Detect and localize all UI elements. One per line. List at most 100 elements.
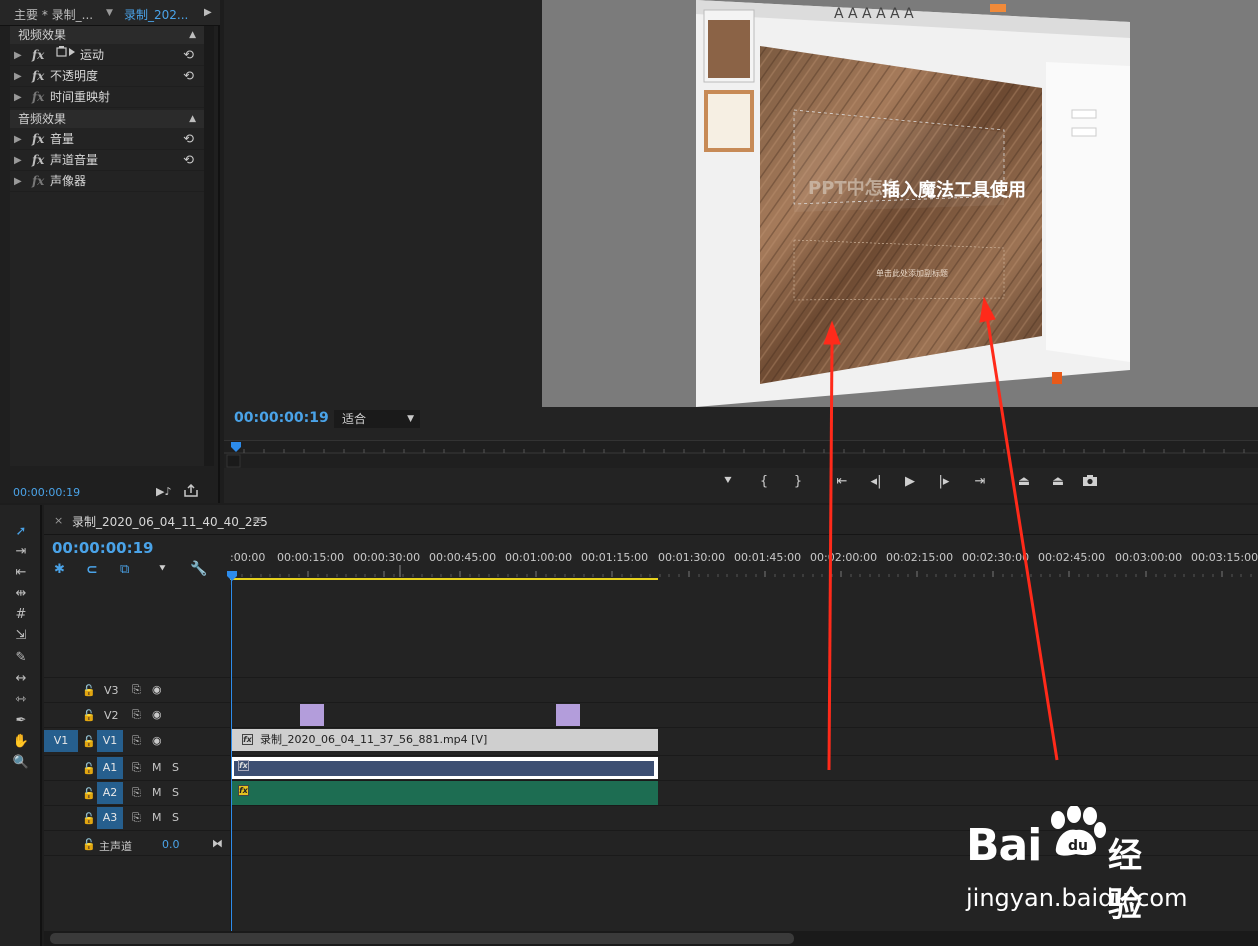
mark-in-icon[interactable]: { — [752, 474, 776, 489]
fx-icon[interactable]: fx — [32, 66, 44, 87]
lock-icon[interactable]: 🔓 — [82, 709, 96, 722]
eye-icon[interactable]: ◉ — [152, 708, 162, 721]
sync-lock-icon[interactable]: ⎘ — [132, 734, 141, 748]
slide-tool-icon[interactable]: ⇿ — [12, 691, 30, 709]
step-forward-icon[interactable]: |▸ — [932, 474, 956, 489]
slip-tool-icon[interactable]: ↔ — [12, 670, 30, 688]
sequence-tab[interactable]: 录制_2020_06_04_11_40_40_225 — [72, 513, 268, 530]
graphic-clip[interactable] — [556, 704, 580, 726]
play-audio-icon[interactable]: ▶♪ — [156, 485, 171, 498]
tab-main-source[interactable]: 主要 * 录制_... — [14, 6, 93, 23]
track-v3[interactable]: 🔓 V3 ⎘ ◉ — [44, 677, 1258, 701]
effect-controls-scrollbar[interactable] — [204, 26, 214, 466]
mute-button[interactable]: M — [152, 761, 162, 774]
effect-controls-timecode[interactable]: 00:00:00:19 — [13, 486, 80, 499]
expand-triangle-icon[interactable]: ▶ — [14, 87, 22, 108]
track-target-a1[interactable]: A1 — [97, 757, 123, 779]
lock-icon[interactable]: 🔓 — [82, 735, 96, 748]
track-select-backward-icon[interactable]: ⇤ — [12, 564, 30, 582]
fx-icon[interactable]: fx — [32, 150, 44, 171]
panel-menu-icon[interactable]: ≡ — [252, 513, 262, 527]
track-a1[interactable]: 🔓 A1 ⎘ M S fx — [44, 755, 1258, 779]
lock-icon[interactable]: 🔓 — [82, 812, 96, 825]
track-v2[interactable]: 🔓 V2 ⎘ ◉ — [44, 702, 1258, 726]
lift-icon[interactable]: ⏏ — [1012, 474, 1036, 489]
expand-triangle-icon[interactable]: ▶ — [14, 150, 22, 171]
sync-lock-icon[interactable]: ⎘ — [132, 811, 141, 825]
sync-lock-icon[interactable]: ⎘ — [132, 786, 141, 800]
track-target-a3[interactable]: A3 — [97, 807, 123, 829]
playhead-icon[interactable] — [227, 571, 237, 581]
mute-button[interactable]: M — [152, 786, 162, 799]
video-effects-section[interactable]: 视频效果 ▲ — [10, 26, 204, 44]
track-v1[interactable]: V1 🔓 V1 ⎘ ◉ fx 录制_2020_06_04_11_37_56_88… — [44, 727, 1258, 753]
zoom-select[interactable]: 适合 ▼ — [334, 410, 420, 428]
effect-row-volume[interactable]: ▶ fx 音量 ⟲ — [10, 129, 204, 150]
effect-row-channel-volume[interactable]: ▶ fx 声道音量 ⟲ — [10, 150, 204, 171]
wrench-settings-icon[interactable]: 🔧 — [190, 561, 207, 577]
master-volume-value[interactable]: 0.0 — [162, 838, 180, 851]
reset-icon[interactable]: ⟲ — [183, 66, 194, 87]
add-marker-icon[interactable]: ⯆ — [158, 562, 167, 576]
source-patch-v1[interactable]: V1 — [44, 730, 78, 752]
timeline-timecode[interactable]: 00:00:00:19 — [52, 539, 154, 557]
reset-icon[interactable]: ⟲ — [183, 129, 194, 150]
play-icon[interactable]: ▶ — [898, 474, 922, 489]
effect-row-panner[interactable]: ▶ fx 声像器 — [10, 171, 204, 192]
selection-tool-icon[interactable]: ➚ — [12, 523, 30, 541]
chevron-down-icon[interactable]: ▼ — [106, 8, 113, 18]
playhead-line[interactable] — [231, 577, 232, 931]
reset-icon[interactable]: ⟲ — [183, 150, 194, 171]
extract-icon[interactable]: ⏏ — [1046, 474, 1070, 489]
track-name[interactable]: V2 — [104, 709, 119, 722]
lock-icon[interactable]: 🔓 — [82, 838, 96, 851]
track-select-tool-icon[interactable]: ⇥ — [12, 543, 30, 561]
rolling-edit-tool-icon[interactable]: # — [12, 606, 30, 624]
effect-row-motion[interactable]: ▶ fx 运动 ⟲ — [10, 45, 204, 66]
rate-stretch-tool-icon[interactable]: ⇲ — [12, 627, 30, 645]
ripple-edit-tool-icon[interactable]: ⇹ — [12, 585, 30, 603]
fx-icon[interactable]: fx — [32, 45, 44, 66]
snap-magnet-icon[interactable]: ⊂ — [86, 562, 98, 578]
export-icon[interactable] — [183, 484, 199, 498]
solo-button[interactable]: S — [172, 811, 179, 824]
collapse-icon[interactable]: ▲ — [189, 26, 196, 44]
monitor-video-frame[interactable]: A A A A A A PPT中怎么 插入魔法工具使用 单击此处添加副标题 — [542, 0, 1258, 407]
collapse-icon[interactable]: ▲ — [189, 110, 196, 128]
tab-sequence[interactable]: 录制_202... — [124, 6, 188, 23]
timeline-scrollbar[interactable] — [44, 931, 1258, 946]
hand-tool-icon[interactable]: ✋ — [12, 733, 30, 751]
track-name[interactable]: V3 — [104, 684, 119, 697]
audio-clip-a1[interactable]: fx — [230, 757, 658, 779]
zoom-tool-icon[interactable]: 🔍 — [12, 754, 30, 772]
expand-triangle-icon[interactable]: ▶ — [14, 129, 22, 150]
panel-menu-arrow-icon[interactable]: ▶ — [204, 7, 212, 18]
go-to-in-icon[interactable]: ⇤ — [830, 474, 854, 489]
sync-lock-icon[interactable]: ⎘ — [132, 683, 141, 697]
lock-icon[interactable]: 🔓 — [82, 762, 96, 775]
razor-tool-icon[interactable]: ✎ — [12, 649, 30, 667]
eye-icon[interactable]: ◉ — [152, 734, 162, 747]
step-back-icon[interactable]: ◂| — [864, 474, 888, 489]
playhead-icon[interactable] — [230, 441, 242, 453]
effect-row-opacity[interactable]: ▶ fx 不透明度 ⟲ — [10, 66, 204, 87]
effect-row-time-remap[interactable]: ▶ fx 时间重映射 — [10, 87, 204, 108]
close-tab-icon[interactable]: × — [54, 514, 63, 527]
linked-selection-icon[interactable]: ⧉ — [120, 562, 129, 577]
time-ruler[interactable]: :00:00 00:00:15:00 00:00:30:00 00:00:45:… — [227, 551, 1258, 581]
lock-icon[interactable]: 🔓 — [82, 787, 96, 800]
video-clip[interactable]: fx 录制_2020_06_04_11_37_56_881.mp4 [V] — [230, 729, 658, 751]
export-frame-camera-icon[interactable] — [1082, 474, 1106, 487]
audio-effects-section[interactable]: 音频效果 ▲ — [10, 110, 204, 128]
track-target-v1[interactable]: V1 — [97, 730, 123, 752]
mute-button[interactable]: M — [152, 811, 162, 824]
add-marker-icon[interactable]: ⯆ — [716, 474, 740, 489]
sync-lock-icon[interactable]: ⎘ — [132, 708, 141, 722]
solo-button[interactable]: S — [172, 786, 179, 799]
sync-lock-icon[interactable]: ⎘ — [132, 761, 141, 775]
mark-out-icon[interactable]: } — [786, 474, 810, 489]
expand-triangle-icon[interactable]: ▶ — [14, 45, 22, 66]
reset-icon[interactable]: ⟲ — [183, 45, 194, 66]
expand-triangle-icon[interactable]: ▶ — [14, 171, 22, 192]
track-target-a2[interactable]: A2 — [97, 782, 123, 804]
